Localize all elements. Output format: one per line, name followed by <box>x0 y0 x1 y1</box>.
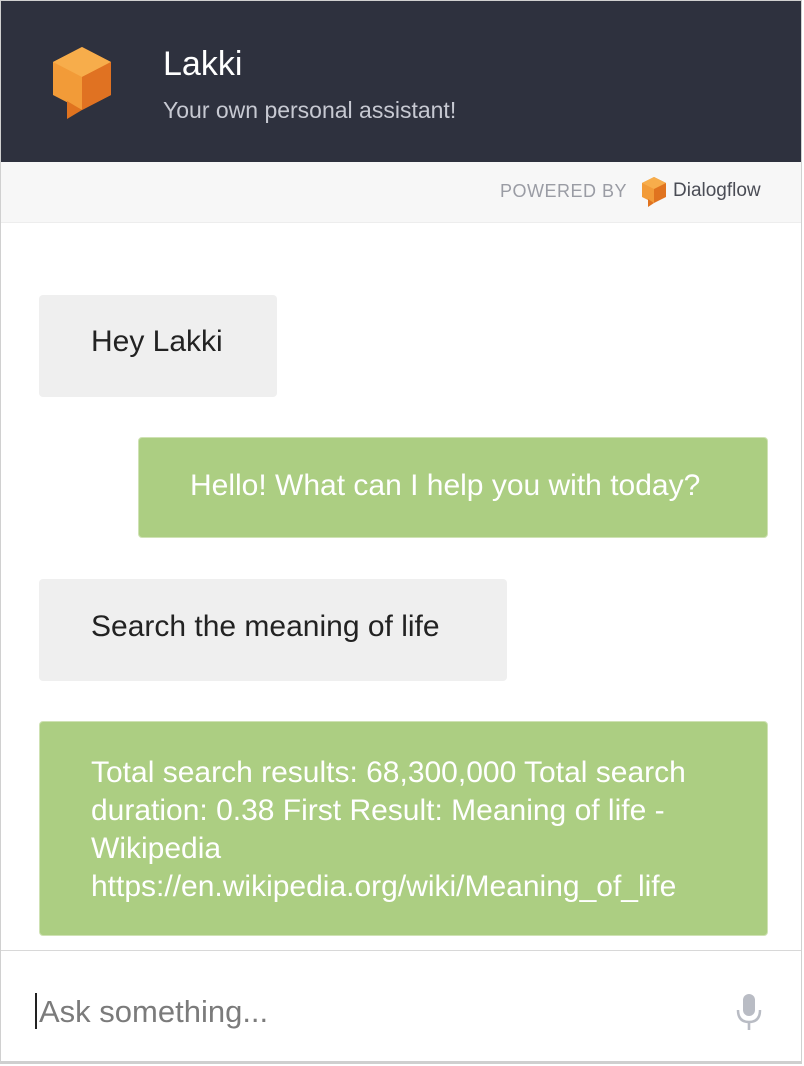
chat-header: Lakki Your own personal assistant! <box>1 1 801 162</box>
message-list[interactable]: Hey Lakki Hello! What can I help you wit… <box>1 222 801 950</box>
dialogflow-brand-name[interactable]: Dialogflow <box>673 180 761 202</box>
user-message: Search the meaning of life <box>39 579 507 681</box>
bot-message: Hello! What can I help you with today? <box>138 437 768 538</box>
chat-widget: Lakki Your own personal assistant! POWER… <box>0 0 802 1064</box>
powered-by-label: POWERED BY <box>500 181 628 201</box>
microphone-icon[interactable] <box>735 993 763 1031</box>
powered-by-bar: POWERED BY Dialogflow <box>1 162 801 223</box>
assistant-tagline: Your own personal assistant! <box>163 97 457 123</box>
assistant-name: Lakki <box>163 45 243 83</box>
bot-message: Total search results: 68,300,000 Total s… <box>39 721 768 936</box>
dialogflow-cube-chat-icon <box>53 47 111 119</box>
user-message: Hey Lakki <box>39 295 277 397</box>
message-input-bar <box>1 950 801 1061</box>
ask-input[interactable] <box>37 989 701 1035</box>
dialogflow-icon <box>642 177 666 207</box>
